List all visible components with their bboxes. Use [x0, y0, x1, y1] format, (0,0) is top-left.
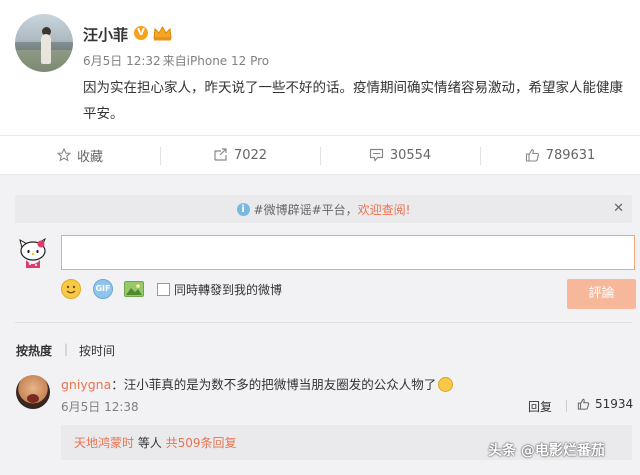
- comment-button[interactable]: 30554: [320, 136, 480, 174]
- watermark: 头条 @电影烂番茄: [488, 443, 605, 459]
- comment-count: 30554: [389, 147, 432, 163]
- sort-by-time-tab[interactable]: 按时间: [79, 342, 115, 359]
- like-count: 789631: [545, 147, 596, 163]
- thumbs-up-icon: [577, 398, 590, 410]
- comment-input[interactable]: [61, 235, 635, 270]
- rumor-notice-bar: i #微博辟谣#平台， 欢迎查阅! ✕: [15, 195, 632, 223]
- favorite-label: 收藏: [76, 149, 103, 165]
- image-icon[interactable]: [124, 281, 144, 297]
- post-source: 来自iPhone 12 Pro: [162, 54, 270, 68]
- comment-body: 汪小菲真的是为数不多的把微博当朋友圈发的公众人物了: [123, 377, 437, 392]
- member-crown-icon[interactable]: [153, 25, 172, 41]
- divider: [15, 322, 632, 323]
- comment-icon: [369, 148, 383, 162]
- post-date[interactable]: 6月5日 12:32: [83, 54, 161, 68]
- repost-checkbox-label[interactable]: 同時轉發到我的微博: [174, 281, 282, 298]
- author-name[interactable]: 汪小菲: [83, 24, 128, 45]
- favorite-button[interactable]: 收藏: [0, 136, 160, 174]
- sub-reply-count-link[interactable]: 共509条回复: [166, 436, 237, 450]
- repost-count: 7022: [233, 147, 268, 163]
- sort-divider: |: [64, 342, 69, 356]
- comment-date: 6月5日 12:38: [61, 400, 139, 414]
- like-button[interactable]: 789631: [480, 136, 640, 174]
- notice-text[interactable]: #微博辟谣#平台，: [254, 201, 358, 218]
- sub-reply-user[interactable]: 天地鸿蒙时: [74, 436, 134, 450]
- sub-replies-text: 天地鸿蒙时 等人 共509条回复: [74, 434, 237, 451]
- reply-button[interactable]: 回复: [528, 398, 552, 415]
- close-icon[interactable]: ✕: [613, 201, 624, 216]
- gif-icon[interactable]: GIF: [93, 279, 113, 299]
- author-avatar[interactable]: [15, 14, 73, 72]
- submit-comment-button[interactable]: 評論: [567, 279, 636, 309]
- commenter-avatar[interactable]: [16, 375, 50, 409]
- hello-kitty-avatar[interactable]: [16, 235, 50, 269]
- info-icon: i: [236, 202, 250, 216]
- comment-colon: ：: [111, 377, 124, 392]
- verified-icon: V: [134, 26, 148, 40]
- notice-link[interactable]: 欢迎查阅!: [358, 201, 411, 218]
- comment-panel: i #微博辟谣#平台， 欢迎查阅! ✕ GIF 同時轉發到我的微博 評論 按热度 …: [0, 175, 640, 475]
- sub-reply-middle: 等人: [134, 436, 166, 450]
- comment-text: gniygna：汪小菲真的是为数不多的把微博当朋友圈发的公众人物了: [61, 374, 454, 393]
- repost-checkbox[interactable]: [157, 283, 170, 296]
- emoji-icon[interactable]: [61, 279, 81, 299]
- comment-action-divider: [566, 400, 567, 412]
- star-icon: [56, 148, 71, 162]
- commenter-name[interactable]: gniygna: [61, 377, 111, 392]
- thumbs-up-icon: [525, 148, 539, 162]
- repost-icon: [214, 148, 227, 161]
- post-action-bar: 收藏 7022 30554 789631: [0, 135, 640, 175]
- post-meta: 6月5日 12:32 来自iPhone 12 Pro: [83, 52, 269, 69]
- post-content: 因为实在担心家人，昨天说了一些不好的话。疫情期间确实情绪容易激动，希望家人能健康…: [83, 80, 623, 122]
- weibo-post: 汪小菲 V 6月5日 12:32 来自iPhone 12 Pro 因为实在担心家人…: [0, 0, 640, 135]
- comment-like-count: 51934: [595, 397, 634, 411]
- sort-by-hot-tab[interactable]: 按热度: [16, 342, 52, 359]
- laugh-emoji-icon: [438, 377, 454, 392]
- repost-button[interactable]: 7022: [160, 136, 320, 174]
- comment-like-button[interactable]: 51934: [577, 397, 633, 411]
